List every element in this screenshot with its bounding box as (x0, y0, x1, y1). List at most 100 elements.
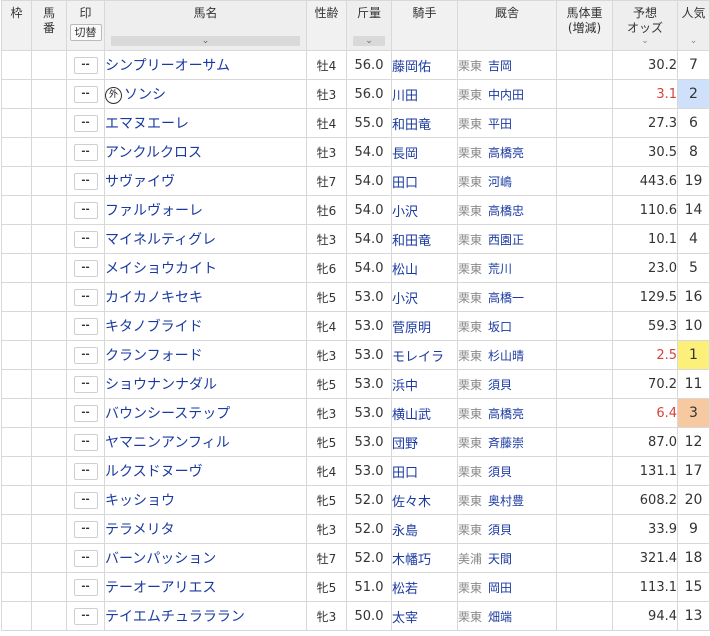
mark-select-button[interactable]: -- (73, 57, 98, 74)
popularity-cell: 3 (677, 398, 710, 428)
header-popularity[interactable]: 人気 ⌄ (677, 0, 710, 51)
mark-cell: -- (66, 108, 105, 138)
sex-age-cell: 牡3 (306, 224, 347, 254)
trainer-link[interactable]: 高橋亮 (488, 407, 524, 421)
trainer-link[interactable]: 奥村豊 (488, 494, 524, 508)
jockey-link[interactable]: 永島 (393, 524, 419, 539)
horse-name-link[interactable]: ルクスドヌーヴ (106, 464, 203, 480)
horse-name-link[interactable]: マイネルティグレ (106, 232, 217, 248)
horse-name-link[interactable]: ソンシ (124, 87, 166, 103)
header-odds[interactable]: 予想 オッズ ⌄ (612, 0, 678, 51)
mark-select-button[interactable]: -- (73, 318, 98, 335)
trainer-link[interactable]: 高橋一 (488, 291, 524, 305)
mark-select-button[interactable]: -- (73, 579, 98, 596)
jockey-link[interactable]: 菅原明 (393, 321, 432, 336)
trainer-link[interactable]: 荒川 (488, 262, 512, 276)
jockey-link[interactable]: 木幡巧 (393, 553, 432, 568)
horse-name-link[interactable]: アンクルクロス (106, 145, 203, 161)
mark-select-button[interactable]: -- (73, 405, 98, 422)
trainer-link[interactable]: 坂口 (488, 320, 512, 334)
jockey-link[interactable]: モレイラ (393, 350, 445, 365)
jockey-link[interactable]: 川田 (393, 89, 419, 104)
horse-name-link[interactable]: バウンシーステップ (106, 406, 231, 422)
jockey-link[interactable]: 太宰 (393, 611, 419, 626)
mark-select-button[interactable]: -- (73, 173, 98, 190)
trainer-link[interactable]: 斉藤崇 (488, 436, 524, 450)
horse-name-link[interactable]: ファルヴォーレ (106, 203, 204, 219)
body-weight-cell (556, 398, 613, 428)
horse-name-link[interactable]: クランフォード (106, 348, 203, 364)
jockey-link[interactable]: 小沢 (393, 205, 419, 220)
mark-select-button[interactable]: -- (73, 376, 98, 393)
mark-select-button[interactable]: -- (73, 492, 98, 509)
sort-chevron-icon[interactable]: ⌄ (679, 36, 709, 46)
horse-name-link[interactable]: バーンパッション (106, 551, 217, 567)
table-row: -- カイカノキセキ 牝5 53.0 小沢 栗東 高橋一 129.5 16 (1, 282, 710, 312)
header-horse-name[interactable]: 馬名 ⌄ (104, 0, 307, 51)
jockey-link[interactable]: 浜中 (393, 379, 419, 394)
mark-select-button[interactable]: -- (73, 521, 98, 538)
jockey-link[interactable]: 横山武 (393, 408, 432, 423)
jockey-link[interactable]: 和田竜 (393, 234, 432, 249)
jockey-link[interactable]: 田口 (393, 176, 419, 191)
mark-select-button[interactable]: -- (73, 202, 98, 219)
mark-select-button[interactable]: -- (73, 86, 98, 103)
jockey-link[interactable]: 佐々木 (393, 495, 432, 510)
trainer-link[interactable]: 須貝 (488, 465, 512, 479)
jockey-link[interactable]: 和田竜 (393, 118, 432, 133)
trainer-link[interactable]: 天間 (488, 552, 512, 566)
mark-select-button[interactable]: -- (73, 550, 98, 567)
trainer-link[interactable]: 河嶋 (488, 175, 512, 189)
jockey-link[interactable]: 団野 (393, 437, 419, 452)
horse-name-link[interactable]: メイショウカイト (106, 261, 218, 277)
mark-select-button[interactable]: -- (73, 144, 98, 161)
jockey-link[interactable]: 長岡 (393, 147, 419, 162)
mark-select-button[interactable]: -- (73, 231, 98, 248)
trainer-link[interactable]: 西園正 (488, 233, 524, 247)
horse-name-link[interactable]: エマヌエーレ (106, 116, 190, 132)
horse-name-link[interactable]: サヴァイヴ (106, 174, 176, 190)
sort-chevron-icon[interactable]: ⌄ (111, 36, 300, 46)
trainer-link[interactable]: 畑端 (488, 610, 512, 624)
trainer-link[interactable]: 杉山晴 (488, 349, 524, 363)
horse-name-link[interactable]: テラメリタ (106, 522, 175, 538)
popularity-cell: 11 (677, 369, 710, 399)
jockey-link[interactable]: 松若 (393, 582, 419, 597)
mark-select-button[interactable]: -- (73, 463, 98, 480)
trainer-link[interactable]: 平田 (488, 117, 512, 131)
horse-name-link[interactable]: キタノブライド (106, 319, 203, 335)
table-row: -- ルクスドヌーヴ 牝4 53.0 田口 栗東 須貝 131.1 17 (1, 456, 710, 486)
horse-name-link[interactable]: カイカノキセキ (106, 290, 204, 306)
trainer-link[interactable]: 須貝 (488, 378, 512, 392)
mark-select-button[interactable]: -- (73, 347, 98, 364)
header-weight[interactable]: 斤量 ⌄ (346, 0, 392, 51)
table-row: -- バーンパッション 牡7 52.0 木幡巧 美浦 天間 321.4 18 (1, 543, 710, 573)
horse-name-link[interactable]: シンプリーオーサム (106, 58, 231, 74)
mark-toggle-button[interactable]: 切替 (69, 24, 102, 41)
trainer-link[interactable]: 高橋亮 (488, 146, 524, 160)
jockey-link[interactable]: 小沢 (393, 292, 419, 307)
jockey-cell: 小沢 (391, 195, 458, 225)
sort-chevron-icon[interactable]: ⌄ (614, 36, 677, 46)
jockey-link[interactable]: 藤岡佑 (393, 60, 432, 75)
mark-select-button[interactable]: -- (73, 608, 98, 625)
trainer-link[interactable]: 岡田 (488, 581, 512, 595)
horse-name-link[interactable]: ショウナンナダル (106, 377, 218, 393)
mark-select-button[interactable]: -- (73, 434, 98, 451)
horse-name-link[interactable]: ヤマニンアンフィル (106, 435, 230, 451)
trainer-link[interactable]: 中内田 (488, 88, 524, 102)
trainer-link[interactable]: 高橋忠 (488, 204, 524, 218)
jockey-link[interactable]: 松山 (393, 263, 419, 278)
header-stable: 厩舎 (457, 0, 557, 51)
horse-name-link[interactable]: テーオーアリエス (106, 580, 217, 596)
sort-chevron-icon[interactable]: ⌄ (353, 36, 385, 46)
horse-name-link[interactable]: テイエムチュラララン (106, 609, 245, 625)
trainer-link[interactable]: 須貝 (488, 523, 512, 537)
trainer-link[interactable]: 吉岡 (488, 59, 512, 73)
mark-select-button[interactable]: -- (73, 289, 98, 306)
mark-select-button[interactable]: -- (73, 115, 98, 132)
horse-name-link[interactable]: キッショウ (106, 493, 176, 509)
region-label: 栗東 (458, 145, 483, 160)
mark-select-button[interactable]: -- (73, 260, 98, 277)
jockey-link[interactable]: 田口 (393, 466, 419, 481)
